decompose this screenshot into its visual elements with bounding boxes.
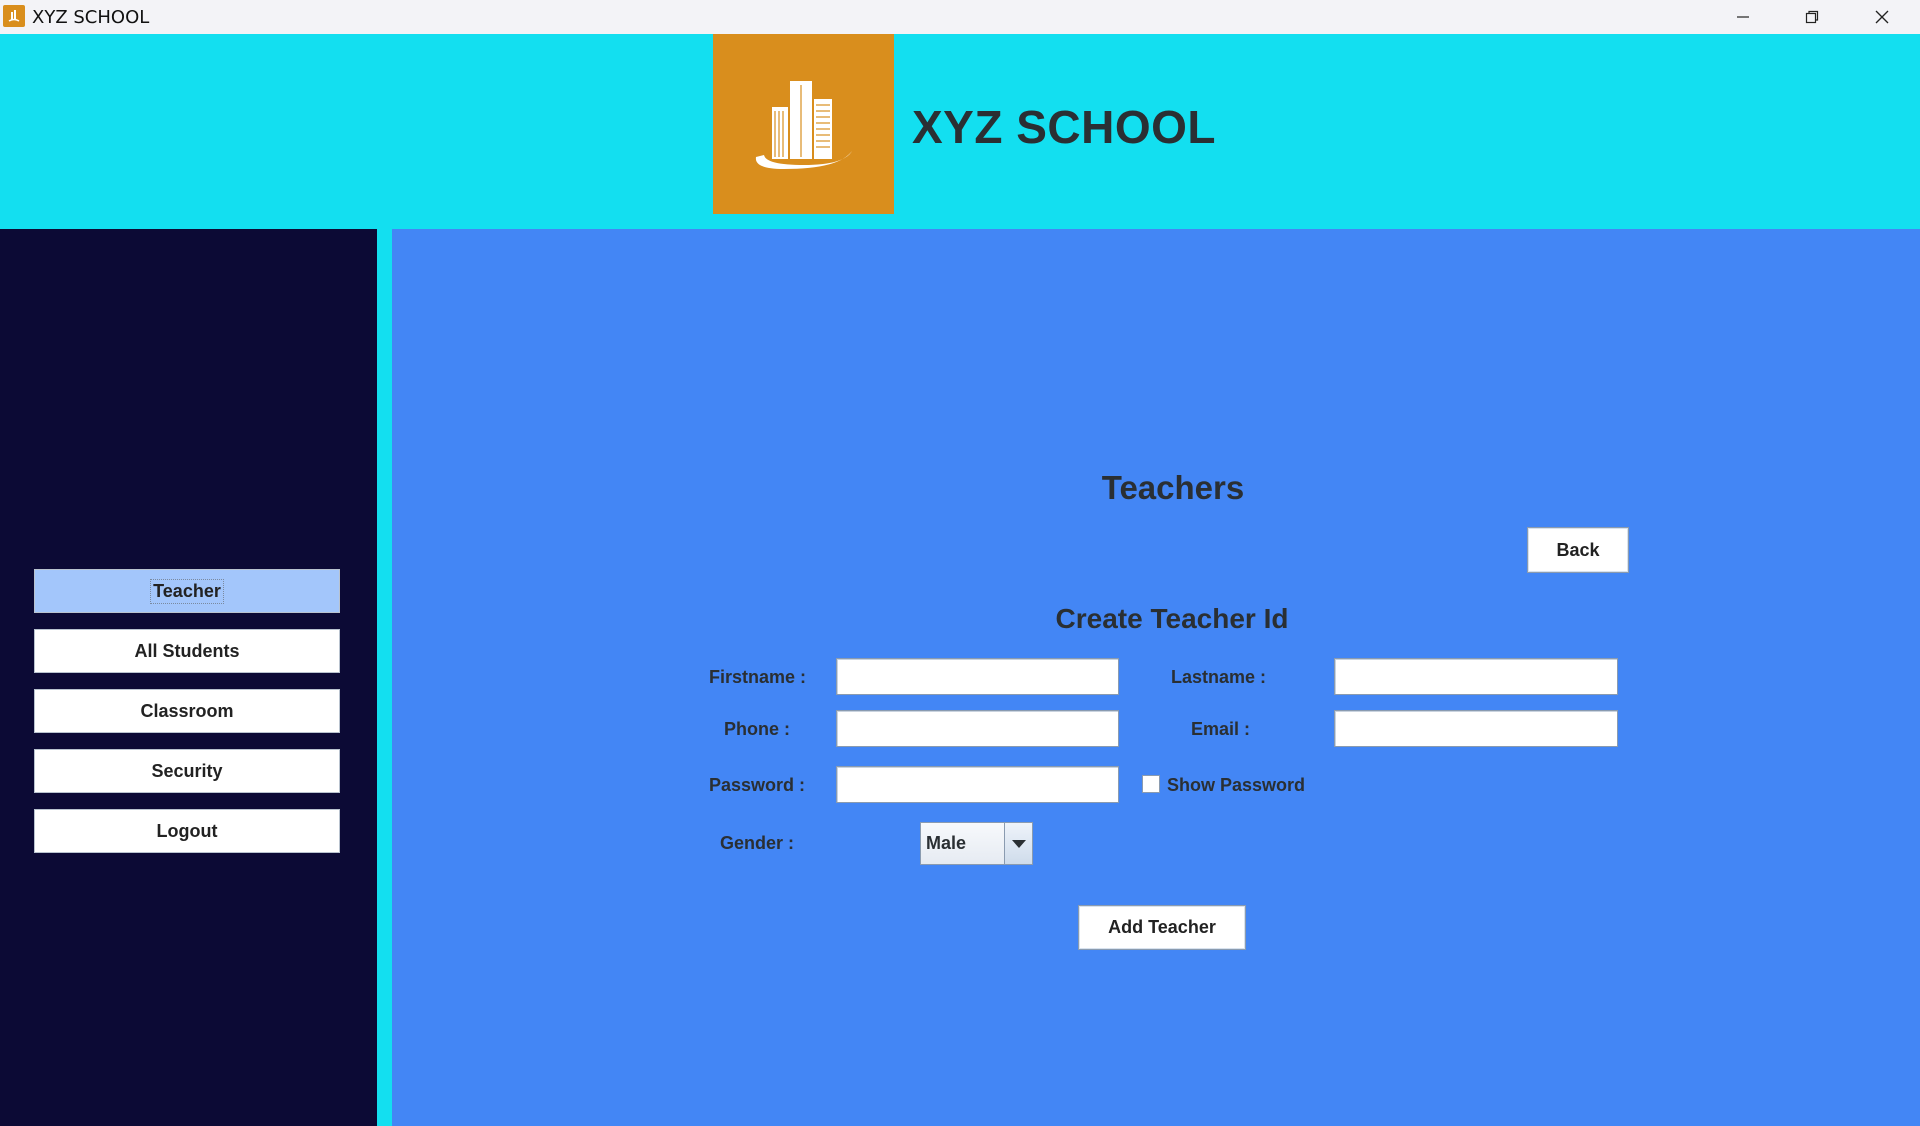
show-password-label: Show Password [1167, 775, 1306, 795]
school-name: XYZ SCHOOL [912, 101, 1217, 153]
lastname-field[interactable] [1334, 658, 1618, 695]
sidebar-item-label: Classroom [140, 700, 234, 721]
sidebar-item-label: All Students [134, 640, 240, 661]
chevron-down-icon[interactable] [1004, 823, 1032, 864]
page-title: Teachers [1101, 469, 1245, 506]
sidebar-item-label: Teacher [150, 578, 224, 604]
sidebar-item-label: Security [151, 760, 223, 781]
lastname-label: Lastname : [1171, 667, 1267, 687]
sidebar-item-teacher[interactable]: Teacher [34, 569, 340, 613]
app-icon [3, 5, 25, 27]
back-button[interactable]: Back [1527, 527, 1629, 573]
sidebar-item-label: Logout [156, 820, 218, 841]
password-label: Password : [709, 775, 806, 795]
window-titlebar: XYZ SCHOOL [0, 0, 1920, 34]
city-buildings-logo [755, 81, 852, 169]
gender-select[interactable]: Male [920, 822, 1033, 865]
sidebar: Teacher All Students Classroom Security … [0, 229, 377, 1126]
close-icon[interactable] [1849, 0, 1915, 34]
gender-selected-value: Male [921, 823, 1004, 864]
main-panel: Teachers Back Create Teacher Id Firstnam… [392, 229, 1920, 1126]
form-title: Create Teacher Id [1055, 603, 1289, 634]
restore-icon[interactable] [1779, 0, 1845, 34]
email-label: Email : [1191, 719, 1251, 739]
phone-field[interactable] [836, 710, 1119, 747]
minimize-icon[interactable] [1710, 0, 1776, 34]
window-title: XYZ SCHOOL [32, 7, 150, 28]
firstname-field[interactable] [836, 658, 1119, 695]
email-field[interactable] [1334, 710, 1618, 747]
sidebar-item-classroom[interactable]: Classroom [34, 689, 340, 733]
phone-label: Phone : [724, 719, 790, 739]
sidebar-item-all-students[interactable]: All Students [34, 629, 340, 673]
password-field[interactable] [836, 766, 1119, 803]
gender-label: Gender : [720, 833, 795, 853]
show-password-checkbox[interactable] [1142, 775, 1160, 793]
app-header: XYZ SCHOOL [0, 34, 1920, 229]
firstname-label: Firstname : [709, 667, 807, 687]
add-teacher-button[interactable]: Add Teacher [1078, 905, 1246, 950]
sidebar-item-logout[interactable]: Logout [34, 809, 340, 853]
school-logo [713, 34, 894, 214]
sidebar-item-security[interactable]: Security [34, 749, 340, 793]
